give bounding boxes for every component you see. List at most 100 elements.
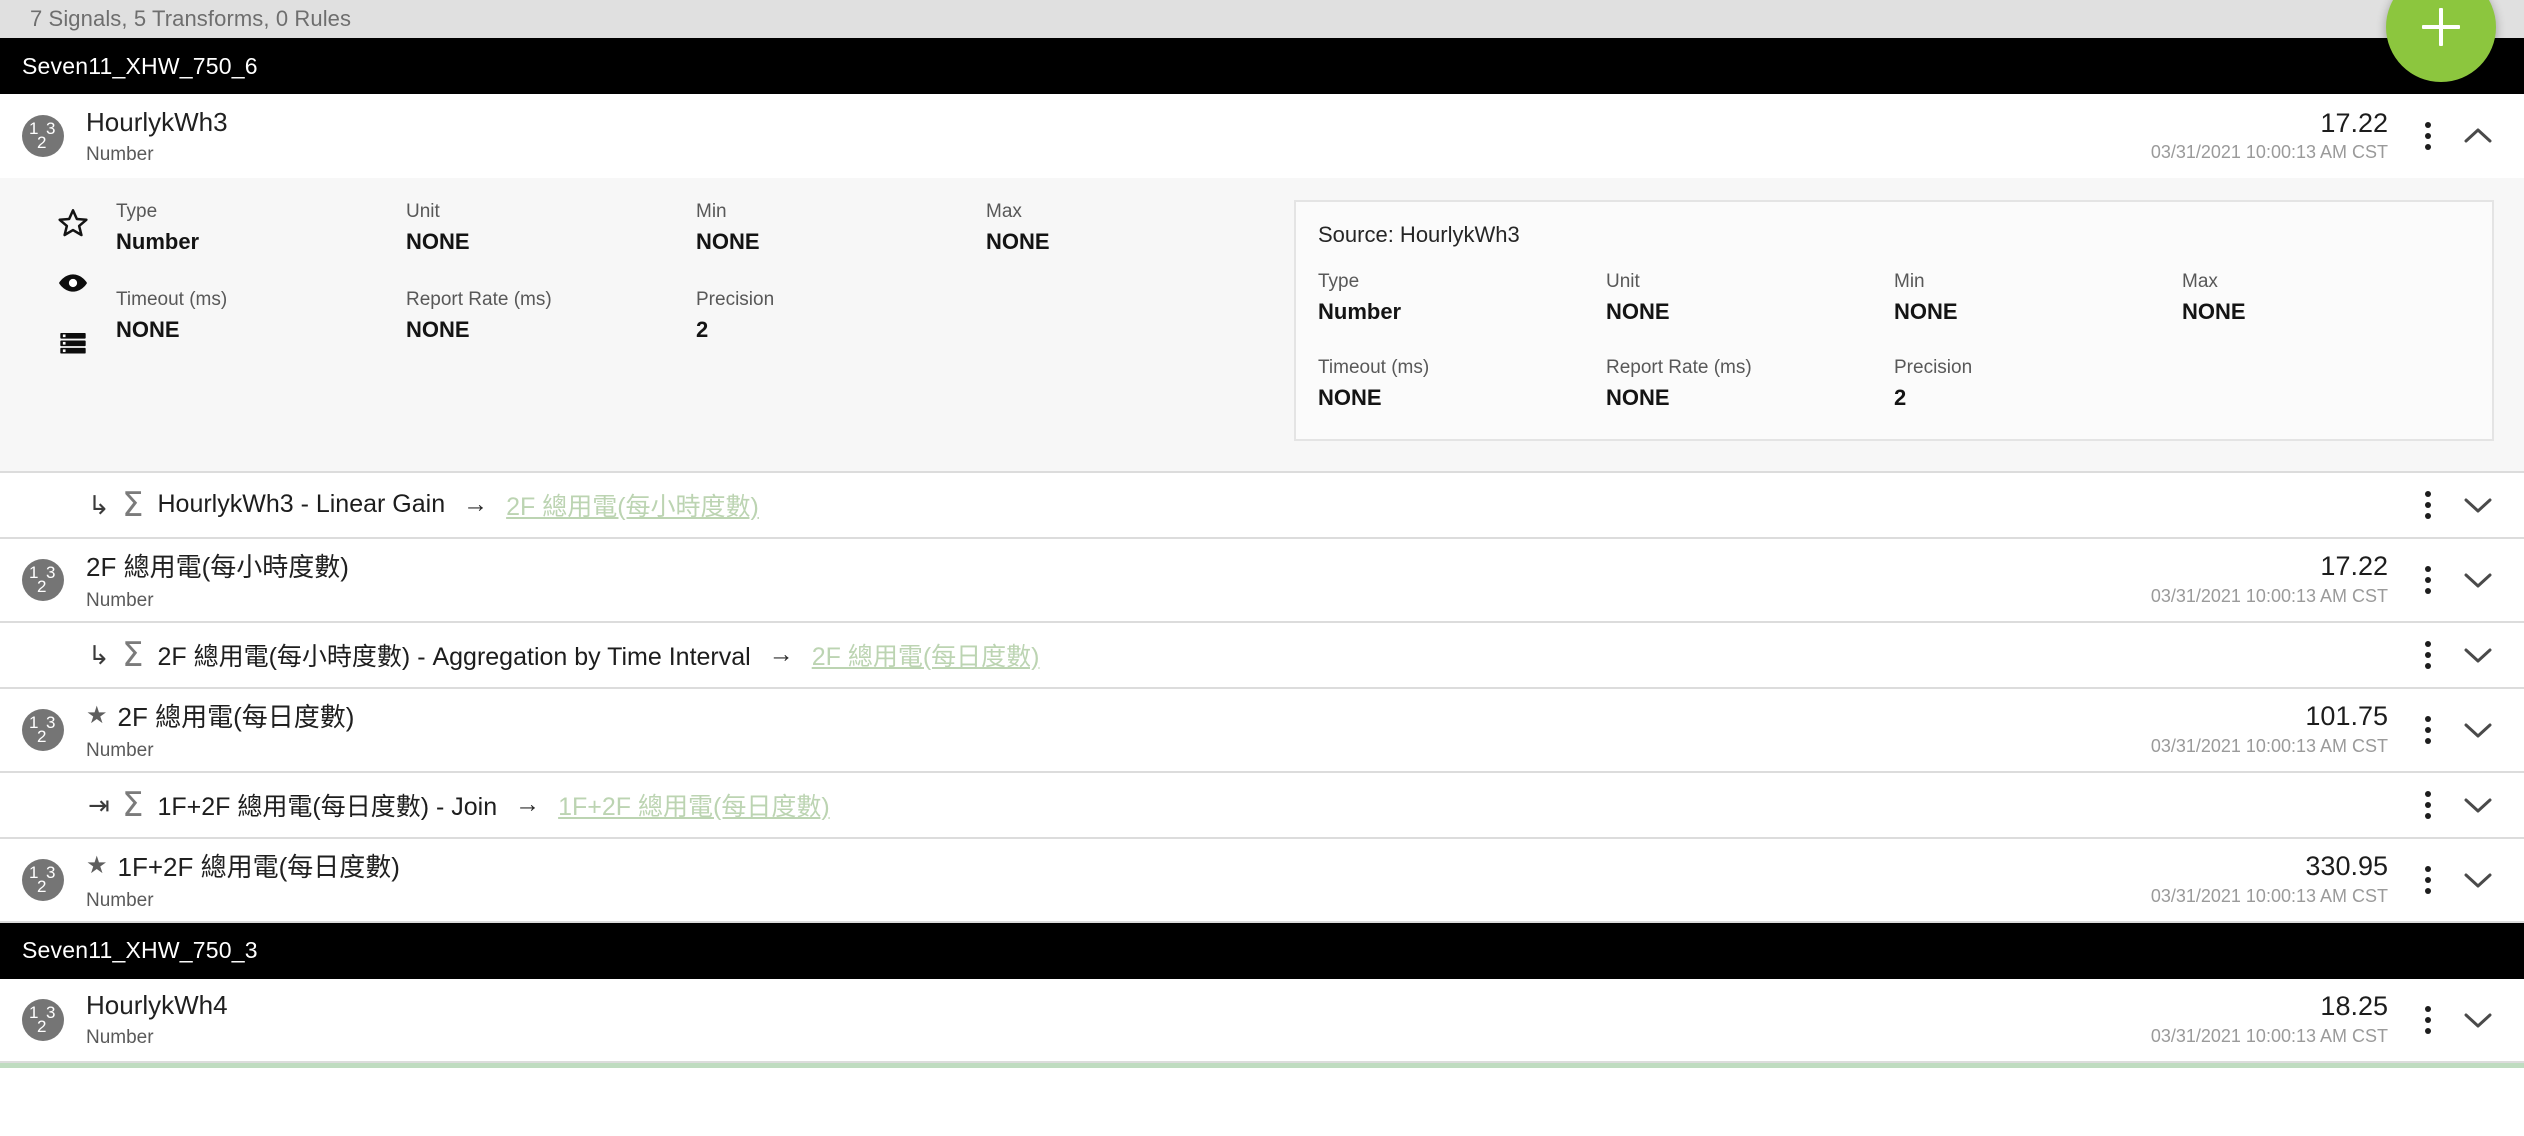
transform-row[interactable]: ⇥ Σ 1F+2F 總用電(每日度數) - Join → 1F+2F 總用電(每日度數) <box>0 772 2524 839</box>
field-label: Precision <box>1894 357 1973 379</box>
more-vertical-icon[interactable] <box>2406 479 2450 531</box>
signal-row[interactable]: 1 2 3 ★ 1F+2F 總用電(每日度數) Number 330.95 03/31/202… <box>0 838 2524 923</box>
more-vertical-icon[interactable] <box>2406 554 2450 606</box>
chevron-down-icon[interactable] <box>2450 629 2506 681</box>
field-label: Max <box>2182 271 2218 292</box>
right-arrow-icon: → <box>515 790 541 819</box>
more-vertical-icon[interactable] <box>2406 629 2450 681</box>
favorite-star-icon[interactable]: ★ <box>86 703 108 728</box>
field-unit: Unit NONE <box>406 200 696 256</box>
source-field-grid: Type Number Unit NONE Min NONE Max NONE Timeout … <box>1318 270 2470 413</box>
chevron-down-icon[interactable] <box>2450 554 2506 606</box>
field-label: Report Rate (ms) <box>406 289 552 311</box>
source-field-precision: Precision 2 <box>1894 356 2182 412</box>
signal-type: Number <box>86 740 154 762</box>
field-value: NONE <box>406 228 470 254</box>
avatar: 123 <box>22 708 64 751</box>
source-field-max: Max NONE <box>2182 270 2470 326</box>
right-arrow-icon: → <box>463 490 489 519</box>
chevron-down-icon[interactable] <box>2450 779 2506 831</box>
summary-text: 7 Signals, 5 Transforms, 0 Rules <box>30 6 352 31</box>
field-max: Max NONE <box>986 200 1276 256</box>
field-label: Unit <box>1606 271 1640 292</box>
star-outline-icon[interactable] <box>56 206 90 240</box>
chevron-down-icon[interactable] <box>2450 994 2506 1046</box>
signal-timestamp: 03/31/2021 10:00:13 AM CST <box>2150 142 2388 163</box>
source-field-timeout-ms: Timeout (ms) NONE <box>1318 356 1606 412</box>
source-field-min: Min NONE <box>1894 270 2182 326</box>
value-block: 17.22 03/31/2021 10:00:13 AM CST <box>2076 107 2406 164</box>
field-value: NONE <box>1606 298 1670 324</box>
field-value: NONE <box>1894 298 1958 324</box>
signal-timestamp: 03/31/2021 10:00:13 AM CST <box>2150 1025 2388 1046</box>
more-vertical-icon[interactable] <box>2406 704 2450 756</box>
signal-info: HourlykWh4 Number <box>86 990 2076 1049</box>
signal-info: 2F 總用電(每小時度數) Number <box>86 547 2076 612</box>
field-value: 2 <box>696 316 709 342</box>
signal-row[interactable]: 1 2 3 HourlykWh3 Number 17.22 03/31/2021 10:00… <box>0 94 2524 178</box>
detail-field-grid: Type Number Unit NONE Min NONE Max NONE Timeout … <box>116 200 1264 345</box>
field-value: NONE <box>1606 384 1670 410</box>
signal-value: 18.25 <box>2320 991 2388 1022</box>
transform-target-link[interactable]: 1F+2F 總用電(每日度數) <box>558 787 830 823</box>
transform-target-link[interactable]: 2F 總用電(每日度數) <box>812 637 1040 673</box>
signal-row[interactable]: 1 2 3 HourlykWh4 Number 18.25 03/31/2021 10:00… <box>0 978 2524 1063</box>
server-stack-icon[interactable] <box>56 326 90 360</box>
avatar: 123 <box>22 858 64 901</box>
summary-bar: 7 Signals, 5 Transforms, 0 Rules <box>0 0 2524 38</box>
field-label: Type <box>116 201 158 222</box>
signal-name: HourlykWh4 <box>86 990 228 1021</box>
signal-row[interactable]: 1 2 3 2F 總用電(每小時度數) Number 17.22 03/31/2021 10… <box>0 538 2524 623</box>
signals-list: Seven11_XHW_750_6 1 2 3 HourlykWh3 Number 17.2… <box>0 38 2524 1068</box>
chevron-down-icon[interactable] <box>2450 854 2506 906</box>
signal-info: ★ 2F 總用電(每日度數) Number <box>86 697 2076 762</box>
signal-name: 2F 總用電(每日度數) <box>117 702 355 733</box>
signal-type: Number <box>86 890 154 912</box>
value-block: 17.22 03/31/2021 10:00:13 AM CST <box>2076 552 2406 607</box>
transform-target-link[interactable]: 2F 總用電(每小時度數) <box>506 487 759 523</box>
group-header: Seven11_XHW_750_3 <box>0 922 2524 979</box>
bottom-divider <box>0 1062 2524 1068</box>
field-label: Report Rate (ms) <box>1606 357 1752 379</box>
field-label: Type <box>1318 271 1360 292</box>
sigma-icon: Σ <box>122 634 144 675</box>
signal-info: HourlykWh3 Number <box>86 107 2076 166</box>
transform-label: 1F+2F 總用電(每日度數) - Join <box>157 792 498 821</box>
source-field-report-rate-ms: Report Rate (ms) NONE <box>1606 356 1894 412</box>
sigma-icon: Σ <box>122 484 144 525</box>
group-header-title: Seven11_XHW_750_6 <box>22 52 258 79</box>
favorite-star-icon[interactable]: ★ <box>86 853 108 878</box>
transform-row[interactable]: ↳ Σ HourlykWh3 - Linear Gain → 2F 總用電(每小時度數) <box>0 472 2524 539</box>
more-vertical-icon[interactable] <box>2406 779 2450 831</box>
merge-arrow-icon: ⇥ <box>88 789 110 820</box>
more-vertical-icon[interactable] <box>2406 994 2450 1046</box>
signal-value: 17.22 <box>2320 551 2388 582</box>
signal-timestamp: 03/31/2021 10:00:13 AM CST <box>2150 735 2388 756</box>
signal-value: 101.75 <box>2305 701 2388 732</box>
field-precision: Precision 2 <box>696 288 986 344</box>
signal-info: ★ 1F+2F 總用電(每日度數) Number <box>86 847 2076 912</box>
transform-label: HourlykWh3 - Linear Gain <box>157 490 446 519</box>
field-value: Number <box>116 228 200 254</box>
plus-icon-vertical <box>2439 8 2443 46</box>
source-field-type: Type Number <box>1318 270 1606 326</box>
chevron-up-icon[interactable] <box>2450 110 2506 162</box>
field-label: Timeout (ms) <box>1318 357 1430 379</box>
eye-icon[interactable] <box>56 266 90 300</box>
signal-row[interactable]: 1 2 3 ★ 2F 總用電(每日度數) Number 101.75 03/31/2021 1… <box>0 688 2524 773</box>
more-vertical-icon[interactable] <box>2406 110 2450 162</box>
signals-page: 7 Signals, 5 Transforms, 0 Rules Seven11… <box>0 0 2524 1136</box>
value-block: 330.95 03/31/2021 10:00:13 AM CST <box>2076 852 2406 907</box>
more-vertical-icon[interactable] <box>2406 854 2450 906</box>
field-value: NONE <box>1318 384 1382 410</box>
value-block: 18.25 03/31/2021 10:00:13 AM CST <box>2076 992 2406 1047</box>
signal-type: Number <box>86 590 154 612</box>
chevron-down-icon[interactable] <box>2450 479 2506 531</box>
field-value: NONE <box>986 228 1050 254</box>
chevron-down-icon[interactable] <box>2450 704 2506 756</box>
signal-value: 17.22 <box>2320 107 2388 138</box>
transform-row[interactable]: ↳ Σ 2F 總用電(每小時度數) - Aggregation by Time In… <box>0 622 2524 689</box>
avatar: 123 <box>22 115 64 157</box>
field-value: NONE <box>116 316 180 342</box>
source-field-unit: Unit NONE <box>1606 270 1894 326</box>
